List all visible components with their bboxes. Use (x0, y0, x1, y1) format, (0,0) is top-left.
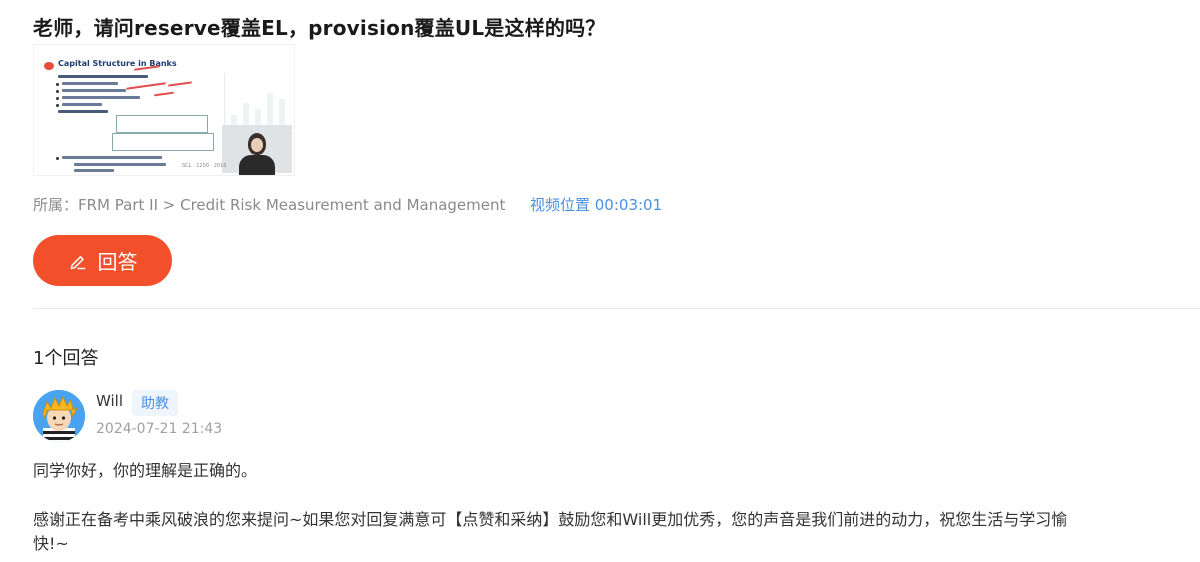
handwriting-mark (153, 91, 175, 97)
section-divider (33, 308, 1200, 309)
handwriting-mark (167, 81, 193, 87)
slide-text-line (62, 156, 162, 159)
slide-text-line (62, 96, 140, 99)
pencil-icon (70, 255, 85, 269)
slide-text-line (62, 82, 118, 85)
slide-bullet (56, 83, 59, 86)
slide-bullet (56, 157, 59, 160)
slide-footer: SCL · 1200 · 2016 (182, 163, 227, 169)
slide-text-line (62, 103, 102, 106)
slide-formula-box (112, 133, 214, 151)
role-badge: 助教 (132, 390, 178, 416)
answer-button[interactable]: 回答 (33, 235, 172, 286)
slide-bullet (56, 97, 59, 100)
author-name[interactable]: Will (96, 392, 123, 410)
answer-timestamp: 2024-07-21 21:43 (96, 421, 223, 437)
slide-text-line (62, 89, 126, 92)
slide-text-line (58, 110, 108, 113)
video-thumbnail[interactable]: Capital Structure in Banks SCL · 1200 · … (33, 44, 295, 176)
video-position-link[interactable]: 视频位置 00:03:01 (530, 194, 662, 215)
slide-text-line (74, 163, 166, 166)
handwriting-mark (126, 82, 166, 90)
answer-button-label: 回答 (97, 250, 138, 274)
question-title: 老师，请问reserve覆盖EL，provision覆盖UL是这样的吗？ (33, 16, 606, 40)
slide-text-line (74, 169, 114, 172)
avatar[interactable] (33, 390, 85, 442)
answer-closing-text: 感谢正在备考中乘风破浪的您来提问~如果您对回复满意可【点赞和采纳】鼓励您和Wil… (33, 510, 1068, 553)
answer-text: 同学你好，你的理解是正确的。 (33, 461, 258, 480)
slide-bullet (56, 104, 59, 107)
slide-logo-icon (44, 62, 54, 70)
slide-text-line (58, 75, 148, 78)
course-breadcrumb: 所属：FRM Part II > Credit Risk Measurement… (33, 196, 506, 214)
presenter-video (222, 125, 292, 175)
slide-bullet (56, 90, 59, 93)
slide-formula-box (116, 115, 208, 133)
answer-count: 1个回答 (33, 348, 99, 369)
cartoon-avatar-icon (33, 390, 85, 442)
